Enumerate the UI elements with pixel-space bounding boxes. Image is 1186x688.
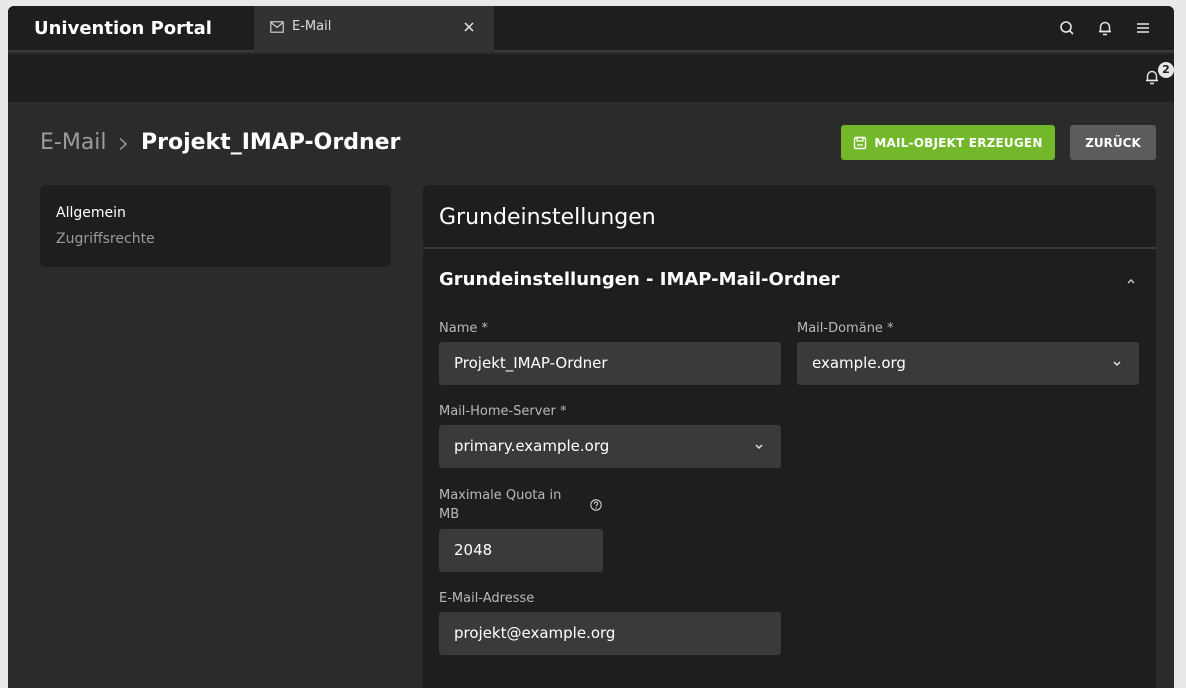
sidenav-item-allgemein[interactable]: Allgemein [56,205,126,221]
notification-bar: 2 [8,54,1174,102]
name-label: Name * [439,321,488,336]
portal-window: Univention Portal E-Mail 2 E-Mail Projek… [8,6,1174,688]
breadcrumb-parent[interactable]: E-Mail [40,130,107,155]
help-icon[interactable] [589,498,603,512]
quota-label-line1: Maximale Quota in [439,488,562,503]
chevron-up-icon[interactable] [1125,277,1137,285]
mail-home-server-select[interactable]: primary.example.org [439,425,781,468]
panel-divider [423,247,1156,249]
quota-input[interactable]: 2048 [439,529,603,572]
mail-home-server-label: Mail-Home-Server * [439,404,567,419]
quota-label-line2: MB [439,507,460,522]
tab-email[interactable]: E-Mail [254,6,494,52]
close-icon[interactable] [462,20,476,34]
mail-domain-label: Mail-Domäne * [797,321,894,336]
mail-domain-select[interactable]: example.org [797,342,1139,385]
mail-domain-value: example.org [812,354,906,372]
back-button[interactable]: ZURÜCK [1070,125,1156,160]
notification-count-badge: 2 [1158,62,1174,78]
email-address-input[interactable]: projekt@example.org [439,612,781,655]
save-icon [854,136,867,149]
bell-icon[interactable] [1096,19,1114,37]
mail-icon [270,21,284,33]
name-input[interactable]: Projekt_IMAP-Ordner [439,342,781,385]
email-address-label: E-Mail-Adresse [439,591,535,606]
create-mail-object-button[interactable]: MAIL-OBJEKT ERZEUGEN [841,125,1055,160]
search-icon[interactable] [1058,19,1076,37]
create-button-label: MAIL-OBJEKT ERZEUGEN [874,135,1043,150]
settings-panel: Grundeinstellungen Grundeinstellungen - … [423,185,1156,688]
tab-label: E-Mail [292,19,332,34]
panel-title: Grundeinstellungen [439,205,656,230]
chevron-right-icon [119,137,128,151]
sidenav-item-zugriffsrechte[interactable]: Zugriffsrechte [56,231,155,247]
section-title[interactable]: Grundeinstellungen - IMAP-Mail-Ordner [439,269,839,290]
chevron-down-icon [1113,361,1121,366]
side-navigation: Allgemein Zugriffsrechte [40,185,391,267]
back-button-label: ZURÜCK [1085,135,1141,150]
mail-home-server-value: primary.example.org [454,437,610,455]
menu-icon[interactable] [1134,19,1152,37]
top-bar: Univention Portal E-Mail [8,6,1174,52]
chevron-down-icon [755,444,763,449]
breadcrumb-current: Projekt_IMAP-Ordner [141,130,401,155]
portal-title[interactable]: Univention Portal [34,18,212,39]
